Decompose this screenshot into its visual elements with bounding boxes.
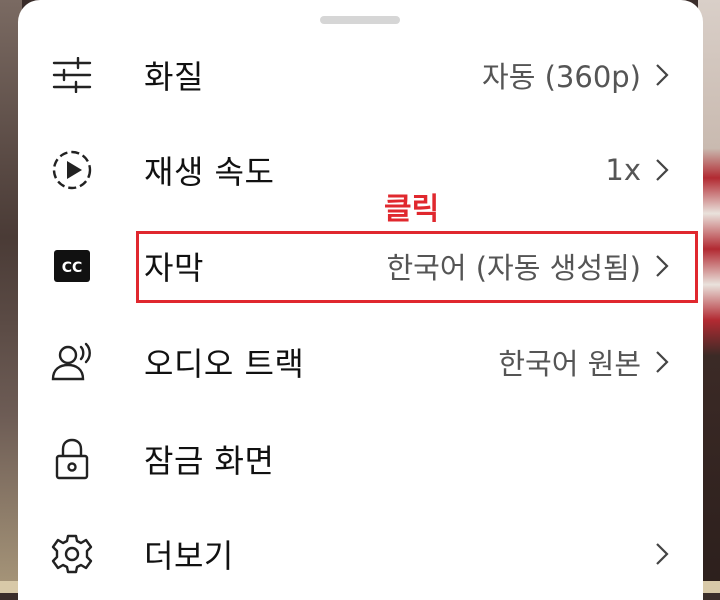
menu-item-value: 1x (605, 153, 641, 187)
lock-icon (50, 437, 94, 481)
playback-speed-icon (50, 148, 94, 192)
menu-item-more[interactable]: 더보기 (18, 519, 703, 589)
menu-item-quality[interactable]: 화질 자동 (360p) (18, 40, 703, 110)
closed-captions-icon: CC (50, 244, 94, 288)
menu-item-label: 재생 속도 (144, 153, 275, 191)
menu-item-value: 한국어 원본 (498, 347, 641, 381)
menu-item-label: 더보기 (144, 537, 234, 575)
chevron-right-icon (651, 58, 673, 92)
chevron-right-icon (651, 345, 673, 379)
click-annotation-label: 클릭 (384, 192, 440, 227)
gear-icon (50, 532, 94, 576)
menu-item-lock-screen[interactable]: 잠금 화면 (18, 424, 703, 494)
sliders-icon (50, 53, 94, 97)
menu-item-label: 화질 (144, 58, 204, 96)
menu-item-audio-track[interactable]: 오디오 트랙 한국어 원본 (18, 327, 703, 397)
menu-item-playback-speed[interactable]: 재생 속도 1x (18, 135, 703, 205)
chevron-right-icon (651, 153, 673, 187)
chevron-right-icon (651, 537, 673, 571)
audio-track-icon (50, 340, 94, 384)
menu-item-label: 잠금 화면 (144, 442, 275, 480)
click-annotation-box (136, 231, 698, 303)
menu-item-value: 자동 (360p) (482, 60, 641, 94)
menu-item-label: 오디오 트랙 (144, 345, 305, 383)
drag-handle[interactable] (320, 16, 400, 24)
svg-text:CC: CC (62, 260, 83, 276)
